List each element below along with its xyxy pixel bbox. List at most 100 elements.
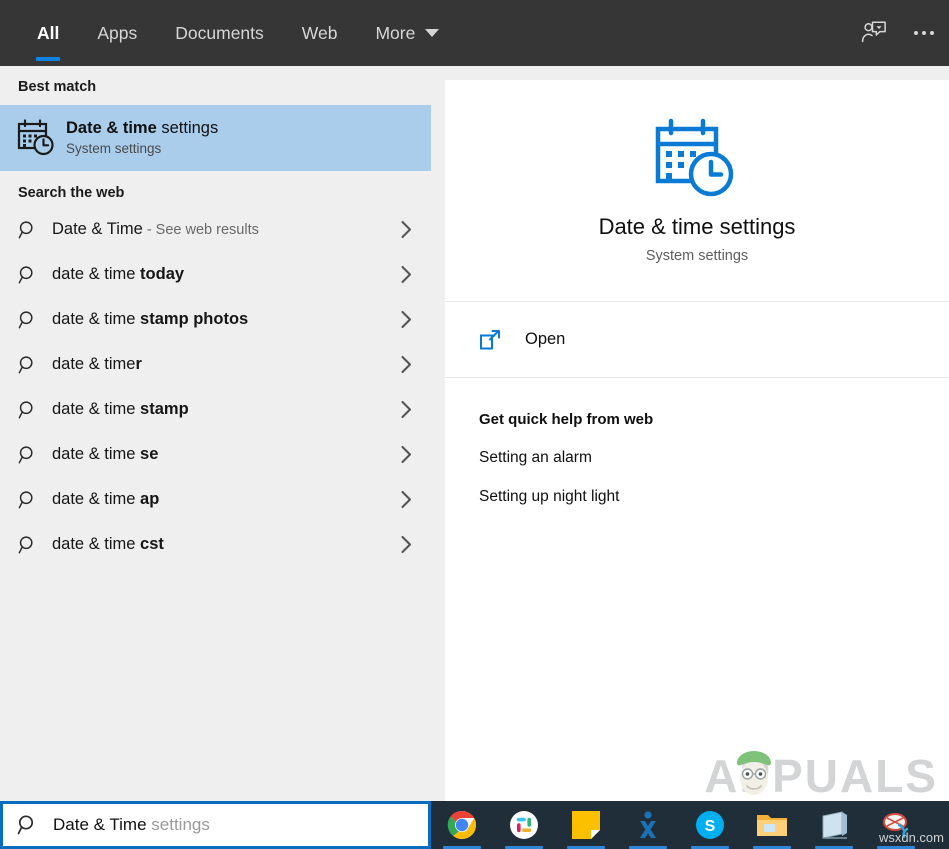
paint-app-icon xyxy=(883,813,909,839)
chevron-right-icon xyxy=(395,535,417,554)
web-suggestion-label: date & time se xyxy=(52,445,395,464)
calendar-clock-icon xyxy=(14,119,60,157)
web-suggestion-item[interactable]: date & time today xyxy=(0,252,431,297)
suggestion-bold: r xyxy=(135,355,142,373)
search-icon xyxy=(18,355,52,375)
suggestion-prefix: date & time xyxy=(52,400,141,418)
search-icon xyxy=(17,814,53,836)
web-suggestion-item[interactable]: date & time stamp photos xyxy=(0,297,431,342)
open-action-label: Open xyxy=(525,330,566,348)
tab-web-label: Web xyxy=(301,22,338,43)
help-link-setting-up-night-light[interactable]: Setting up night light xyxy=(479,488,949,506)
taskbar-item-sticky-notes[interactable] xyxy=(555,801,617,849)
search-icon xyxy=(18,265,52,285)
suggestion-prefix: date & time xyxy=(52,535,141,553)
chrome-icon xyxy=(447,810,476,840)
suggestion-bold: ap xyxy=(140,490,160,508)
web-suggestion-item[interactable]: date & time stamp xyxy=(0,387,431,432)
web-suggestion-label: date & time stamp photos xyxy=(52,310,395,329)
feedback-person-icon xyxy=(861,21,886,43)
tab-apps-label: Apps xyxy=(97,22,138,43)
taskbar-item-paint-app[interactable] xyxy=(865,801,927,849)
tab-apps[interactable]: Apps xyxy=(78,0,156,66)
help-link-setting-an-alarm[interactable]: Setting an alarm xyxy=(479,449,949,467)
suggestion-bold: se xyxy=(140,445,159,463)
suggestion-bold: cst xyxy=(140,535,164,553)
tab-all[interactable]: All xyxy=(18,0,78,66)
web-suggestion-item[interactable]: date & time cst xyxy=(0,522,431,567)
best-match-subtitle: System settings xyxy=(66,141,162,157)
result-item-date-time-settings[interactable]: Date & time settings System settings xyxy=(0,105,431,171)
ellipsis-icon xyxy=(914,31,934,35)
topbar-actions xyxy=(849,0,949,66)
suggestion-prefix: date & time xyxy=(52,310,141,328)
suggestion-bold: stamp xyxy=(140,400,189,418)
search-icon xyxy=(18,400,52,420)
web-suggestion-label: Date & Time - See web results xyxy=(52,220,395,239)
suggestion-prefix: Date & Time xyxy=(52,220,143,238)
x-app-icon xyxy=(640,811,656,838)
preview-hero: Date & time settings System settings xyxy=(445,80,949,302)
tab-documents-label: Documents xyxy=(175,22,264,43)
search-input-text: Date & Time settings xyxy=(53,815,210,835)
web-suggestion-item[interactable]: date & time ap xyxy=(0,477,431,522)
results-panel: Best match Date & time settings System s… xyxy=(0,66,431,801)
tab-all-label: All xyxy=(37,22,60,43)
chevron-right-icon xyxy=(395,490,417,509)
web-suggestion-label: date & time stamp xyxy=(52,400,395,419)
tab-web[interactable]: Web xyxy=(283,0,357,66)
tab-more-label: More xyxy=(375,22,416,43)
web-suggestion-label: date & time cst xyxy=(52,535,395,554)
suggestion-bold: stamp photos xyxy=(140,310,249,328)
taskbar-item-slack[interactable] xyxy=(493,801,555,849)
web-suggestion-item[interactable]: date & timer xyxy=(0,342,431,387)
preview-panel: Date & time settings System settings Ope… xyxy=(445,80,949,801)
calendar-clock-icon-large xyxy=(654,118,740,200)
tab-more[interactable]: More xyxy=(356,0,458,66)
suggestion-prefix: date & time xyxy=(52,445,141,463)
sticky-notes-icon xyxy=(572,811,600,839)
chevron-right-icon xyxy=(395,355,417,374)
chevron-right-icon xyxy=(395,400,417,419)
taskbar-item-skype[interactable]: S xyxy=(679,801,741,849)
more-options-button[interactable] xyxy=(899,0,949,66)
tab-list: All Apps Documents Web More xyxy=(18,0,458,66)
search-typed-text: Date & Time xyxy=(53,815,147,834)
suggestion-prefix: date & time xyxy=(52,490,141,508)
skype-icon: S xyxy=(696,811,724,839)
taskbar-item-x-app[interactable] xyxy=(617,801,679,849)
taskbar-item-calendar-app[interactable] xyxy=(803,801,865,849)
slack-icon xyxy=(510,811,538,839)
web-suggestion-item[interactable]: date & time se xyxy=(0,432,431,477)
feedback-button[interactable] xyxy=(849,0,899,66)
web-suggestion-item[interactable]: Date & Time - See web results xyxy=(0,207,431,252)
search-icon xyxy=(18,490,52,510)
taskbar: S wsxdn.com xyxy=(431,801,949,849)
search-ghost-text: settings xyxy=(146,815,210,834)
best-match-title-rest: settings xyxy=(156,118,219,137)
search-icon xyxy=(18,220,52,240)
search-icon xyxy=(18,310,52,330)
web-suggestion-label: date & time ap xyxy=(52,490,395,509)
search-input[interactable]: Date & Time settings xyxy=(0,801,431,849)
svg-text:S: S xyxy=(705,818,716,835)
search-web-heading: Search the web xyxy=(18,185,125,201)
best-match-heading: Best match xyxy=(18,79,97,95)
suggestion-prefix: date & time xyxy=(52,355,136,373)
taskbar-item-chrome[interactable] xyxy=(431,801,493,849)
preview-subtitle: System settings xyxy=(645,247,749,264)
chevron-right-icon xyxy=(395,310,417,329)
chevron-right-icon xyxy=(395,445,417,464)
best-match-title: Date & time settings xyxy=(66,118,218,139)
tab-documents[interactable]: Documents xyxy=(156,0,283,66)
suggestion-bold: today xyxy=(140,265,185,283)
open-action-button[interactable]: Open xyxy=(445,302,949,378)
chevron-right-icon xyxy=(395,220,417,239)
suggestion-prefix: date & time xyxy=(52,265,141,283)
taskbar-item-file-explorer[interactable] xyxy=(741,801,803,849)
best-match-text: Date & time settings System settings xyxy=(66,118,218,159)
preview-title: Date & time settings xyxy=(598,213,796,239)
chevron-down-icon xyxy=(425,29,440,37)
suggestion-muted: - See web results xyxy=(142,222,259,238)
calendar-app-icon xyxy=(822,811,847,839)
